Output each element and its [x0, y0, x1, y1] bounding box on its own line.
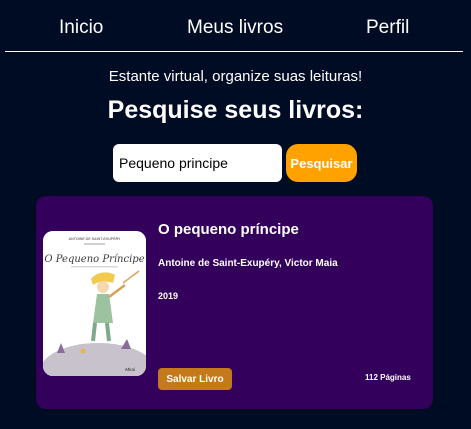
nav-divider — [5, 51, 463, 52]
nav-link-perfil[interactable]: Perfil — [366, 17, 409, 39]
book-cover-image: ANTOINE DE SAINT-EXUPÉRY O Pequeno Prínc… — [43, 231, 146, 376]
page-title: Pesquise seus livros: — [107, 96, 364, 124]
book-cover-illustration: ANTOINE DE SAINT-EXUPÉRY O Pequeno Prínc… — [43, 231, 146, 376]
book-card: ANTOINE DE SAINT-EXUPÉRY O Pequeno Prínc… — [36, 196, 433, 409]
cover-publisher-text: Mirai — [125, 367, 136, 372]
nav-link-meus-livros[interactable]: Meus livros — [187, 17, 283, 39]
book-authors: Antoine de Saint-Exupéry, Victor Maia — [158, 258, 338, 269]
top-nav: Inicio Meus livros Perfil — [0, 0, 471, 52]
cover-title-text: O Pequeno Príncipe — [44, 254, 144, 265]
search-button[interactable]: Pesquisar — [286, 144, 357, 182]
save-book-button[interactable]: Salvar Livro — [158, 368, 232, 390]
nav-link-inicio[interactable]: Inicio — [59, 17, 103, 39]
cover-author-text: ANTOINE DE SAINT-EXUPÉRY — [69, 236, 122, 241]
book-page-count: 112 Páginas — [365, 373, 411, 382]
search-input[interactable] — [113, 144, 282, 182]
page-subtitle: Estante virtual, organize suas leituras! — [108, 68, 363, 85]
book-title: O pequeno príncipe — [158, 221, 299, 238]
book-year: 2019 — [158, 291, 179, 301]
